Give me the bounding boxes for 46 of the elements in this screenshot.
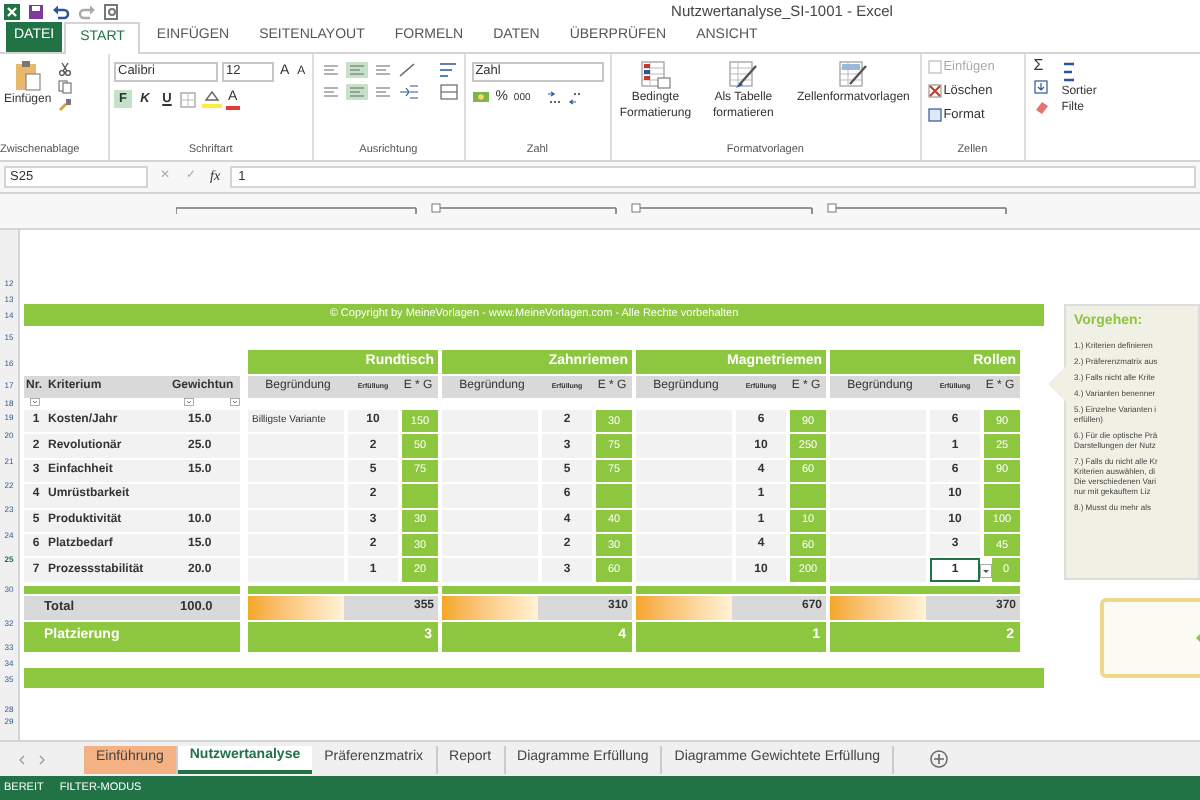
conditional-format-icon (639, 60, 672, 90)
redo-icon[interactable] (78, 3, 96, 19)
border-icon[interactable] (180, 91, 198, 107)
merge-icon[interactable] (439, 84, 458, 100)
wrap-text-icon[interactable] (439, 62, 458, 78)
add-sheet-icon[interactable] (930, 750, 948, 768)
autosum-button[interactable]: Σ (1033, 58, 1050, 74)
format-cells-icon (927, 107, 942, 122)
total-bar (442, 595, 538, 620)
orientation-icon[interactable] (397, 62, 420, 78)
undo-icon[interactable] (52, 3, 70, 19)
fill-icon[interactable] (1033, 80, 1048, 94)
filter-dropdown-icon[interactable] (184, 398, 195, 406)
align-center-icon[interactable] (345, 84, 368, 100)
score-cell (790, 484, 826, 508)
copy-icon[interactable] (57, 80, 74, 94)
brush-icon[interactable] (57, 98, 72, 112)
scroll-left-icon[interactable] (16, 753, 28, 765)
print-preview-icon[interactable] (104, 3, 120, 19)
clipboard-icon (13, 60, 42, 92)
total-bar (830, 595, 926, 620)
score-cell (402, 484, 438, 508)
fill-color-icon[interactable] (202, 90, 222, 108)
increase-decimal-icon[interactable] (546, 90, 563, 107)
filter-dropdown-icon[interactable] (230, 398, 240, 406)
filter-dropdown-icon[interactable] (29, 398, 40, 406)
indent-icon[interactable] (397, 84, 420, 100)
save-icon[interactable] (28, 3, 44, 19)
insert-cells-icon (927, 60, 942, 75)
total-bar (248, 595, 344, 620)
eraser-icon[interactable] (1033, 100, 1050, 114)
cell-dropdown-icon[interactable] (980, 563, 992, 578)
delete-cells-icon (927, 84, 942, 99)
align-left-icon[interactable] (319, 84, 342, 100)
currency-icon[interactable] (471, 90, 490, 107)
align-top-icon[interactable] (319, 62, 342, 78)
score-cell (984, 484, 1020, 508)
scissors-icon[interactable] (57, 62, 72, 76)
table-brush-icon (727, 60, 760, 90)
score-cell (596, 484, 632, 508)
cell-styles-icon (837, 60, 870, 90)
decrease-decimal-icon[interactable] (568, 90, 585, 107)
scroll-right-icon[interactable] (36, 753, 48, 765)
sort-icon (1061, 60, 1078, 84)
total-bar (636, 595, 732, 620)
align-middle-icon[interactable] (345, 62, 368, 78)
